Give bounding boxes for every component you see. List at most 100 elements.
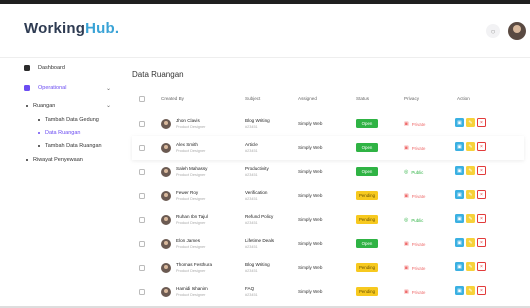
edit-icon[interactable]: ✎ <box>466 286 475 295</box>
sidebar-item-ruangan[interactable]: Ruangan <box>26 103 55 109</box>
status-badge: Pending <box>356 215 378 224</box>
edit-icon[interactable]: ✎ <box>466 262 475 271</box>
subject-id: #23451 <box>245 125 258 129</box>
creator-name: Hamidi Ishanim <box>176 286 208 291</box>
subject: Blog Writing <box>245 262 270 267</box>
bullet-icon <box>38 132 40 134</box>
edit-icon[interactable]: ✎ <box>466 118 475 127</box>
table-row[interactable]: Hamidi Ishanim Product Designer FAQ #23451 S… <box>132 280 524 304</box>
row-checkbox[interactable] <box>139 265 145 271</box>
logo-prefix: Working <box>24 20 86 37</box>
view-icon[interactable]: ▣ <box>455 142 464 151</box>
table-row[interactable]: Elon James Product Designer Lifetime Deals… <box>132 232 524 256</box>
delete-icon[interactable]: × <box>477 286 486 295</box>
app-logo[interactable]: WorkingHub. <box>24 20 119 37</box>
row-checkbox[interactable] <box>139 289 145 295</box>
delete-icon[interactable]: × <box>477 142 486 151</box>
view-icon[interactable]: ▣ <box>455 214 464 223</box>
bullet-icon <box>26 105 28 107</box>
subject: Verification <box>245 190 268 195</box>
edit-icon[interactable]: ✎ <box>466 166 475 175</box>
table-row[interactable]: Fewer Roy Product Designer Verification #23… <box>132 184 524 208</box>
avatar[interactable] <box>508 22 526 40</box>
row-actions: ▣ ✎ × <box>455 238 488 247</box>
table-row[interactable]: Ruhan Ibn Tajul Product Designer Refund Po… <box>132 208 524 232</box>
sidebar-item-tambah-data-gedung[interactable]: Tambah Data Gedung <box>38 117 99 123</box>
creator-role: Product Designer <box>176 293 206 297</box>
row-checkbox[interactable] <box>139 193 145 199</box>
creator-name: Ruhan Ibn Tajul <box>176 214 208 219</box>
view-icon[interactable]: ▣ <box>455 166 464 175</box>
bullet-icon <box>38 145 40 147</box>
table-row[interactable]: Jhon Clavis Product Designer Blog Writing #… <box>132 112 524 136</box>
view-icon[interactable]: ▣ <box>455 262 464 271</box>
delete-icon[interactable]: × <box>477 118 486 127</box>
sidebar-item-label: Dashboard <box>38 65 65 71</box>
row-checkbox[interactable] <box>139 241 145 247</box>
sidebar-item-label: Tambah Data Gedung <box>45 117 99 123</box>
avatar <box>161 119 171 129</box>
privacy-label: ◎ Public <box>404 169 423 175</box>
chevron-down-icon[interactable]: ⌄ <box>106 102 111 109</box>
view-icon[interactable]: ▣ <box>455 238 464 247</box>
row-actions: ▣ ✎ × <box>455 286 488 295</box>
privacy-label: ▣ Private <box>404 193 425 199</box>
logo-accent: Hub. <box>85 20 120 37</box>
sidebar-item-data-ruangan[interactable]: Data Ruangan <box>38 130 80 136</box>
lock-icon: ▣ <box>404 121 409 127</box>
status-badge: Open <box>356 167 378 176</box>
delete-icon[interactable]: × <box>477 166 486 175</box>
row-checkbox[interactable] <box>139 217 145 223</box>
column-header: Assigned <box>298 96 317 101</box>
creator-name: Jhon Clavis <box>176 118 200 123</box>
view-icon[interactable]: ▣ <box>455 286 464 295</box>
lock-icon: ▣ <box>404 193 409 199</box>
assigned: Simply Web <box>298 169 323 174</box>
column-header: Action <box>457 96 470 101</box>
sidebar-item-tambah-data-ruangan[interactable]: Tambah Data Ruangan <box>38 143 102 149</box>
status-badge: Pending <box>356 263 378 272</box>
row-checkbox[interactable] <box>139 145 145 151</box>
creator-role: Product Designer <box>176 149 206 153</box>
assigned: Simply Web <box>298 145 323 150</box>
assigned: Simply Web <box>298 193 323 198</box>
creator-name: Fewer Roy <box>176 190 199 195</box>
edit-icon[interactable]: ✎ <box>466 214 475 223</box>
chevron-down-icon[interactable]: ⌄ <box>106 85 111 92</box>
avatar <box>161 191 171 201</box>
row-actions: ▣ ✎ × <box>455 190 488 199</box>
lock-icon: ▣ <box>404 265 409 271</box>
assigned: Simply Web <box>298 289 323 294</box>
main-content: Data Ruangan Created By Subject Assigned… <box>118 58 530 308</box>
creator-name: Elon James <box>176 238 201 243</box>
select-all-checkbox[interactable] <box>139 96 145 102</box>
table-row[interactable]: Saleh Mahassy Product Designer Productivit… <box>132 160 524 184</box>
avatar <box>161 143 171 153</box>
sidebar-item-dashboard[interactable]: Dashboard <box>24 65 65 71</box>
row-checkbox[interactable] <box>139 169 145 175</box>
table-row[interactable]: Thomas Festhura Product Designer Blog Writ… <box>132 256 524 280</box>
edit-icon[interactable]: ✎ <box>466 238 475 247</box>
delete-icon[interactable]: × <box>477 190 486 199</box>
avatar <box>161 239 171 249</box>
delete-icon[interactable]: × <box>477 214 486 223</box>
delete-icon[interactable]: × <box>477 262 486 271</box>
privacy-text: Public <box>411 217 424 223</box>
table-row[interactable]: Alex Smith Product Designer Article #23451 S… <box>132 136 524 160</box>
subject-id: #23451 <box>245 245 258 249</box>
sidebar-item-riwayat-penyewaan[interactable]: Riwayat Penyewaan <box>26 157 83 163</box>
edit-icon[interactable]: ✎ <box>466 190 475 199</box>
view-icon[interactable]: ▣ <box>455 190 464 199</box>
delete-icon[interactable]: × <box>477 238 486 247</box>
view-icon[interactable]: ▣ <box>455 118 464 127</box>
row-actions: ▣ ✎ × <box>455 166 488 175</box>
edit-icon[interactable]: ✎ <box>466 142 475 151</box>
bell-icon[interactable]: ○ <box>486 24 500 38</box>
row-checkbox[interactable] <box>139 121 145 127</box>
privacy-text: Private <box>411 193 426 199</box>
lock-icon: ▣ <box>404 241 409 247</box>
subject: Article <box>245 142 258 147</box>
creator-role: Product Designer <box>176 221 206 225</box>
sidebar-item-operational[interactable]: Operational <box>24 85 66 91</box>
lock-icon: ▣ <box>404 289 409 295</box>
